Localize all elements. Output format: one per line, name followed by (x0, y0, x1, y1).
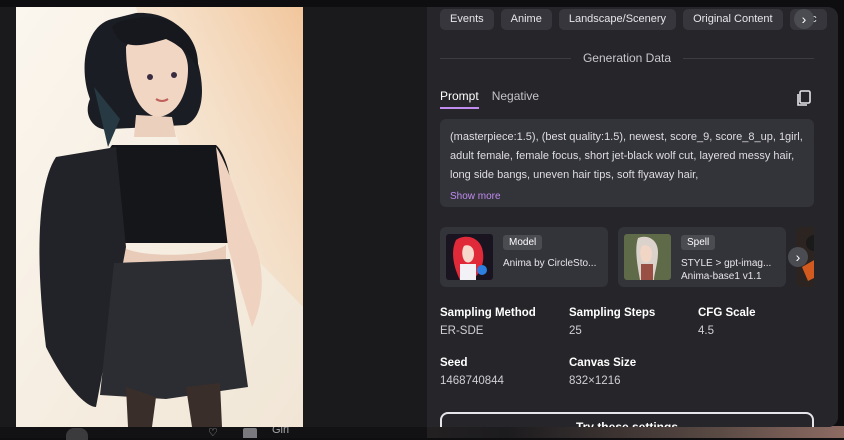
param-label: Seed (440, 357, 504, 369)
seed: Seed 1468740844 (440, 357, 504, 387)
copy-icon[interactable] (795, 89, 813, 107)
section-title: Generation Data (583, 51, 671, 65)
param-label: CFG Scale (698, 307, 756, 319)
prompt-tabs: Prompt Negative (440, 89, 539, 109)
generation-info-panel: Events Anime Landscape/Scenery Original … (427, 7, 838, 427)
try-settings-button[interactable]: Try these settings (440, 412, 814, 427)
spell-thumbnail (624, 234, 671, 280)
resource-name: Anima by CircleSto... (503, 257, 603, 270)
param-label: Sampling Steps (569, 307, 655, 319)
generation-detail-modal: Events Anime Landscape/Scenery Original … (0, 7, 838, 427)
tag-chip[interactable]: Anime (501, 9, 552, 30)
spell-resource-card[interactable]: Spell STYLE > gpt-imag... Anima-base1 v1… (618, 227, 786, 287)
generation-data-heading: Generation Data (440, 51, 814, 65)
gift-icon[interactable] (243, 428, 257, 438)
resource-name: STYLE > gpt-imag... Anima-base1 v1.1 (681, 257, 781, 283)
cfg-scale: CFG Scale 4.5 (698, 307, 756, 337)
prompt-box: (masterpiece:1.5), (best quality:1.5), n… (440, 119, 814, 207)
param-label: Sampling Method (440, 307, 536, 319)
resource-type-badge: Spell (681, 235, 715, 250)
tag-chip[interactable]: Events (440, 9, 494, 30)
model-thumbnail (446, 234, 493, 280)
tag-chip[interactable]: Original Content (683, 9, 783, 30)
generated-image-artwork (16, 7, 303, 427)
chevron-right-icon[interactable]: › (788, 247, 808, 267)
show-more-link[interactable]: Show more (450, 191, 501, 202)
background-avatar (66, 428, 88, 440)
tag-chip[interactable]: Landscape/Scenery (559, 9, 676, 30)
param-label: Canvas Size (569, 357, 636, 369)
divider (683, 58, 814, 59)
sampling-method: Sampling Method ER-SDE (440, 307, 536, 337)
generated-image[interactable] (16, 7, 303, 427)
tab-negative[interactable]: Negative (492, 89, 539, 109)
prompt-text: (masterpiece:1.5), (best quality:1.5), n… (450, 128, 804, 186)
canvas-size: Canvas Size 832×1216 (569, 357, 636, 387)
heart-icon[interactable]: ♡ (208, 428, 218, 438)
resource-list: Model Anima by CircleSto... Spell STYLE … (440, 227, 814, 287)
param-value: 4.5 (698, 325, 756, 337)
image-pane (0, 7, 427, 427)
param-value: 1468740844 (440, 375, 504, 387)
sampling-steps: Sampling Steps 25 (569, 307, 655, 337)
chevron-right-icon[interactable]: › (794, 9, 814, 29)
tab-prompt[interactable]: Prompt (440, 89, 479, 109)
tag-list: Events Anime Landscape/Scenery Original … (440, 9, 827, 30)
resource-type-badge: Model (503, 235, 542, 250)
model-resource-card[interactable]: Model Anima by CircleSto... (440, 227, 608, 287)
param-value: 25 (569, 325, 655, 337)
param-value: 832×1216 (569, 375, 636, 387)
divider (440, 58, 571, 59)
param-value: ER-SDE (440, 325, 536, 337)
